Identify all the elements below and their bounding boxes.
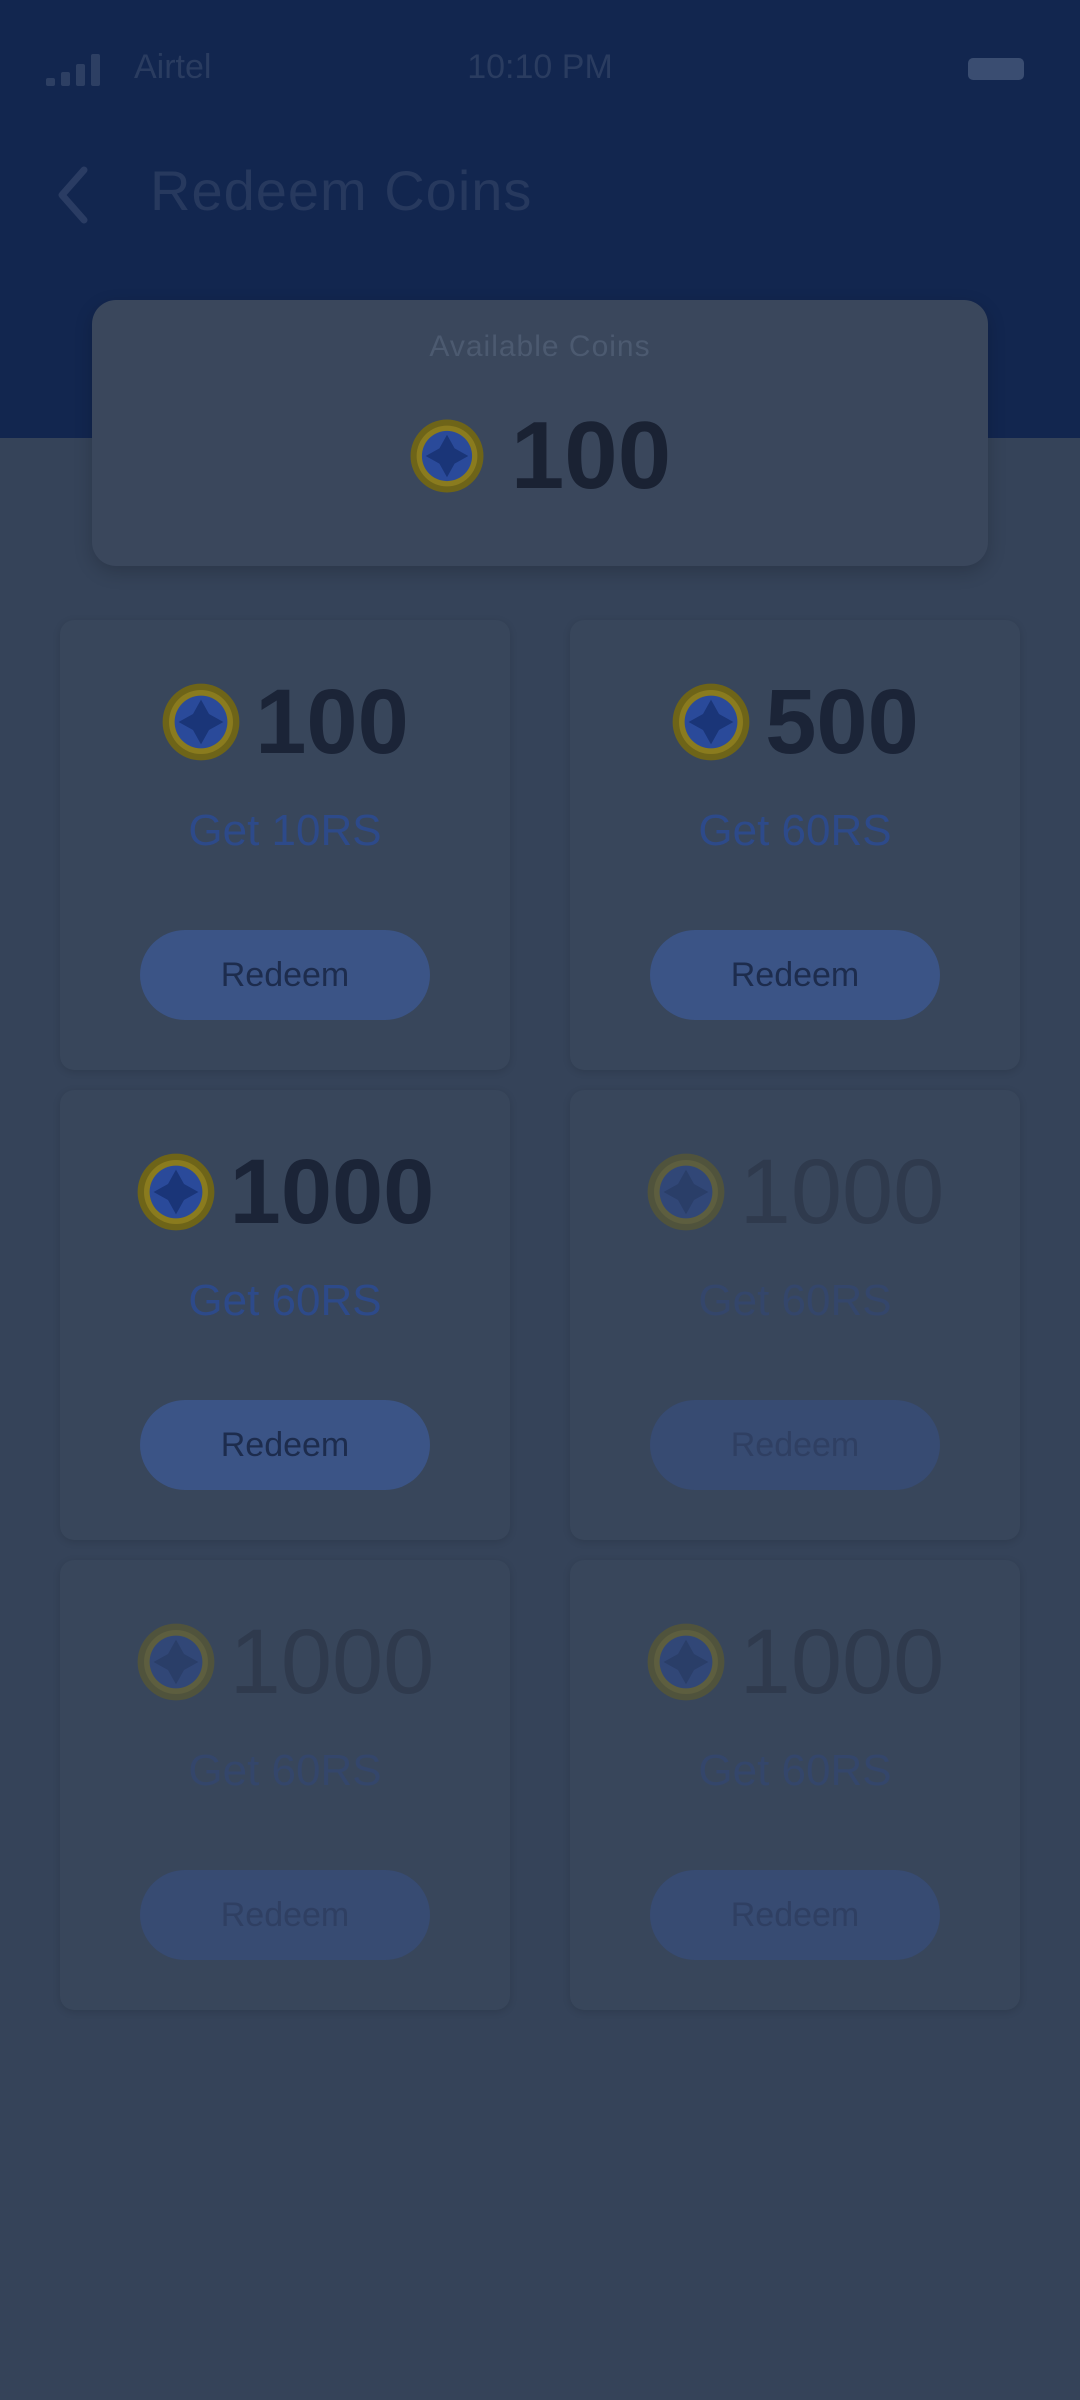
offer-card-disabled: 1000 Get 60RS Redeem bbox=[570, 1560, 1020, 2010]
coin-icon bbox=[161, 682, 241, 762]
coin-icon bbox=[671, 682, 751, 762]
offer-card: 500 Get 60RS Redeem bbox=[570, 620, 1020, 1070]
back-arrow-icon bbox=[58, 166, 88, 224]
offer-coins: 1000 bbox=[739, 1141, 945, 1243]
redeem-button[interactable]: Redeem bbox=[140, 1870, 430, 1960]
coin-icon bbox=[646, 1622, 726, 1702]
redeem-button[interactable]: Redeem bbox=[650, 1870, 940, 1960]
back-button[interactable] bbox=[52, 160, 92, 230]
coin-icon bbox=[646, 1152, 726, 1232]
balance-value: 100 bbox=[510, 402, 672, 509]
coin-icon bbox=[409, 418, 485, 494]
offer-reward: Get 60RS bbox=[698, 806, 892, 855]
offer-card-disabled: 1000 Get 60RS Redeem bbox=[60, 1560, 510, 2010]
offer-coins: 500 bbox=[765, 671, 919, 773]
redeem-button[interactable]: Redeem bbox=[140, 930, 430, 1020]
offer-card-disabled: 1000 Get 60RS Redeem bbox=[570, 1090, 1020, 1540]
offer-reward: Get 60RS bbox=[188, 1746, 382, 1795]
redeem-button[interactable]: Redeem bbox=[650, 930, 940, 1020]
status-time: 10:10 PM bbox=[467, 48, 613, 86]
offer-coins: 100 bbox=[255, 671, 409, 773]
offer-card: 1000 Get 60RS Redeem bbox=[60, 1090, 510, 1540]
offer-reward: Get 60RS bbox=[188, 1276, 382, 1325]
balance-row: 100 bbox=[92, 408, 988, 504]
page-title: Redeem Coins bbox=[150, 159, 533, 222]
balance-card: Available Coins 100 bbox=[92, 300, 988, 566]
status-bar: Airtel 10:10 PM bbox=[0, 30, 1080, 100]
coin-icon bbox=[136, 1152, 216, 1232]
offer-card: 100 Get 10RS Redeem bbox=[60, 620, 510, 1070]
balance-label: Available Coins bbox=[429, 330, 651, 363]
coin-icon bbox=[136, 1622, 216, 1702]
offer-reward: Get 60RS bbox=[698, 1276, 892, 1325]
offer-coins: 1000 bbox=[739, 1611, 945, 1713]
offer-coins: 1000 bbox=[229, 1611, 435, 1713]
offer-reward: Get 10RS bbox=[188, 806, 382, 855]
battery-icon bbox=[968, 58, 1024, 80]
offer-reward: Get 60RS bbox=[698, 1746, 892, 1795]
redeem-button[interactable]: Redeem bbox=[140, 1400, 430, 1490]
offer-coins: 1000 bbox=[229, 1141, 435, 1243]
redeem-button[interactable]: Redeem bbox=[650, 1400, 940, 1490]
